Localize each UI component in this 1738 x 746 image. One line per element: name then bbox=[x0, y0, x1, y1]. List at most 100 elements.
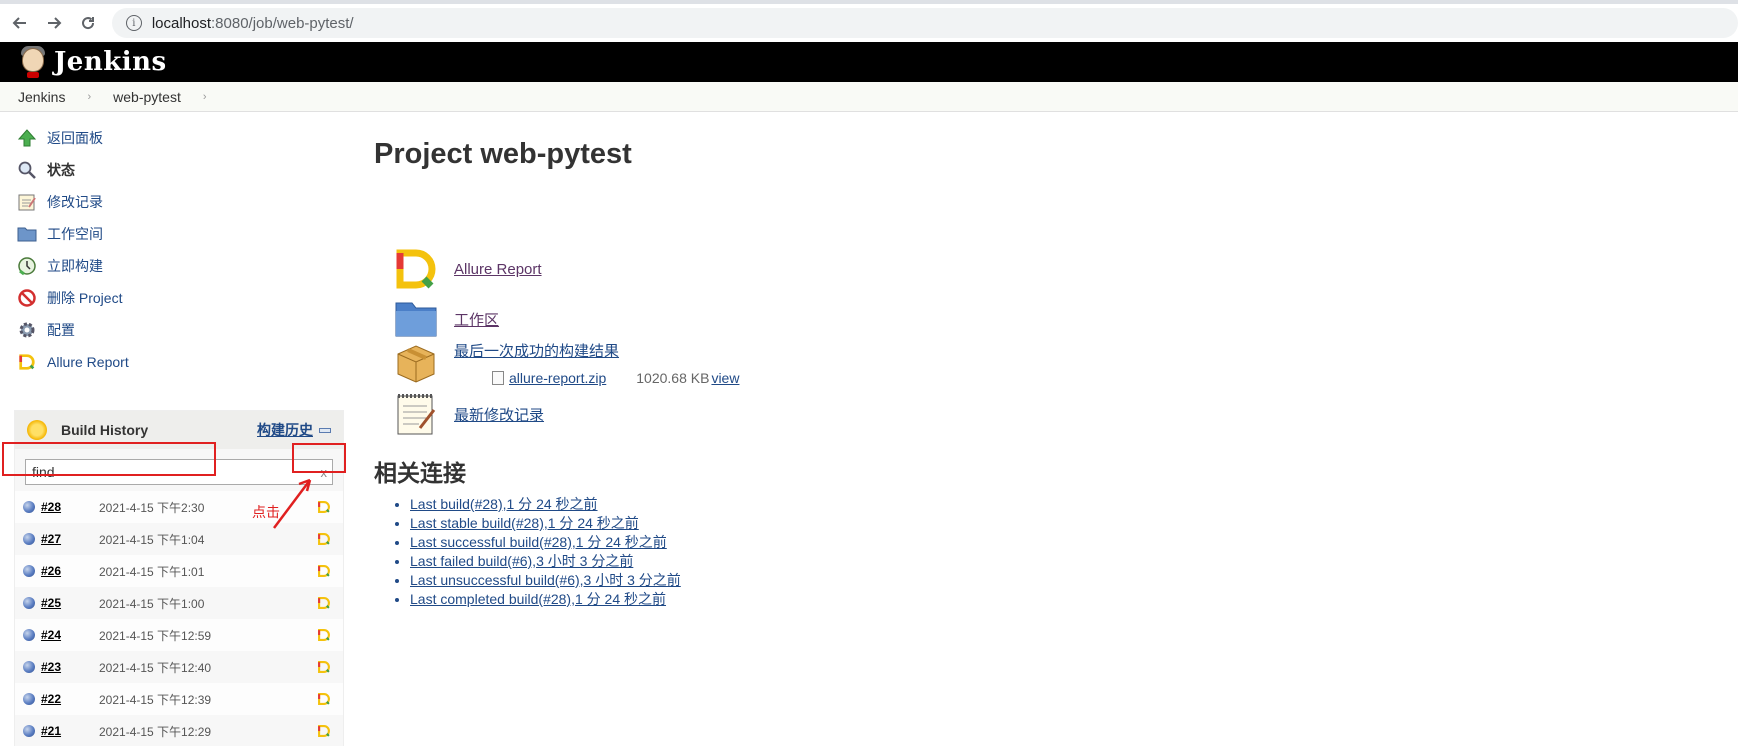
allure-icon[interactable] bbox=[317, 628, 331, 642]
build-row[interactable]: #23 2021-4-15 下午12:40 bbox=[15, 651, 343, 683]
allure-icon bbox=[16, 351, 38, 373]
artifact-file-link[interactable]: allure-report.zip bbox=[509, 370, 606, 386]
build-row[interactable]: #21 2021-4-15 下午12:29 bbox=[15, 715, 343, 746]
blue-ball-status-icon bbox=[23, 693, 35, 705]
sidebar-item-back-dashboard[interactable]: 返回面板 bbox=[14, 122, 344, 154]
sidebar-item-label[interactable]: Allure Report bbox=[47, 354, 129, 370]
build-date: 2021-4-15 下午12:39 bbox=[99, 692, 212, 707]
blue-ball-status-icon bbox=[23, 661, 35, 673]
gear-icon bbox=[16, 319, 38, 341]
info-icon[interactable]: i bbox=[125, 15, 142, 31]
sidebar-item-label[interactable]: 修改记录 bbox=[47, 192, 103, 212]
sidebar-item-workspace[interactable]: 工作空间 bbox=[14, 218, 344, 250]
build-row[interactable]: #26 2021-4-15 下午1:01 bbox=[15, 555, 343, 587]
collapse-icon[interactable] bbox=[319, 427, 331, 433]
last-success-link[interactable]: 最后一次成功的构建结果 bbox=[454, 340, 619, 361]
folder-icon bbox=[16, 223, 38, 245]
list-item: Last failed build(#6),3 小时 3 分之前 bbox=[410, 551, 681, 570]
build-row[interactable]: #24 2021-4-15 下午12:59 bbox=[15, 619, 343, 651]
sidebar-item-label[interactable]: 配置 bbox=[47, 320, 75, 340]
blue-ball-status-icon bbox=[23, 725, 35, 737]
sidebar-item-build-now[interactable]: 立即构建 bbox=[14, 250, 344, 282]
notepad-icon bbox=[16, 191, 38, 213]
workspace-link[interactable]: 工作区 bbox=[454, 309, 499, 330]
no-entry-icon bbox=[16, 287, 38, 309]
sidebar-item-delete-project[interactable]: 删除 Project bbox=[14, 282, 344, 314]
breadcrumb-jenkins[interactable]: Jenkins bbox=[18, 89, 65, 105]
build-number-link[interactable]: #22 bbox=[41, 692, 99, 706]
forward-arrow-icon[interactable] bbox=[40, 9, 68, 37]
side-panel: 返回面板 状态 修改记录 工作空间 立即构建 删除 Project 配置 All… bbox=[14, 122, 344, 746]
allure-icon[interactable] bbox=[317, 596, 331, 610]
sidebar-item-label[interactable]: 立即构建 bbox=[47, 256, 103, 276]
allure-icon bbox=[396, 249, 436, 289]
permalink-last-successful[interactable]: Last successful build(#28),1 分 24 秒之前 bbox=[410, 534, 667, 550]
breadcrumb-web-pytest[interactable]: web-pytest bbox=[113, 89, 181, 105]
build-number-link[interactable]: #28 bbox=[41, 500, 99, 514]
sidebar-item-allure-report[interactable]: Allure Report bbox=[14, 346, 344, 378]
address-bar[interactable]: i localhost:8080/job/web-pytest/ bbox=[111, 8, 1738, 38]
build-number-link[interactable]: #23 bbox=[41, 660, 99, 674]
build-date: 2021-4-15 下午1:04 bbox=[99, 532, 205, 547]
build-number-link[interactable]: #27 bbox=[41, 532, 99, 546]
allure-icon[interactable] bbox=[317, 724, 331, 738]
permalink-last-unsuccessful[interactable]: Last unsuccessful build(#6),3 小时 3 分之前 bbox=[410, 572, 681, 588]
artifact-size: 1020.68 KB bbox=[636, 370, 710, 386]
sun-icon bbox=[27, 420, 47, 440]
build-date: 2021-4-15 下午1:00 bbox=[99, 596, 205, 611]
artifact-view-link[interactable]: view bbox=[711, 370, 739, 386]
permalink-last-stable[interactable]: Last stable build(#28),1 分 24 秒之前 bbox=[410, 515, 639, 531]
chevron-right-icon[interactable]: › bbox=[87, 91, 91, 103]
blue-ball-status-icon bbox=[23, 565, 35, 577]
allure-icon[interactable] bbox=[317, 692, 331, 706]
permalink-last-failed[interactable]: Last failed build(#6),3 小时 3 分之前 bbox=[410, 553, 633, 569]
build-number-link[interactable]: #24 bbox=[41, 628, 99, 642]
blue-ball-status-icon bbox=[23, 597, 35, 609]
chevron-right-icon[interactable]: › bbox=[203, 91, 207, 103]
up-arrow-icon bbox=[16, 127, 38, 149]
clock-icon bbox=[16, 255, 38, 277]
artifact-file: allure-report.zip 1020.68 KB view bbox=[492, 370, 739, 386]
jenkins-title[interactable]: Jenkins bbox=[54, 47, 167, 77]
blue-ball-status-icon bbox=[23, 501, 35, 513]
back-arrow-icon[interactable] bbox=[6, 9, 34, 37]
page-title: Project web-pytest bbox=[374, 138, 632, 170]
build-number-link[interactable]: #21 bbox=[41, 724, 99, 738]
sidebar-item-label[interactable]: 返回面板 bbox=[47, 128, 103, 148]
build-date: 2021-4-15 下午1:01 bbox=[99, 564, 205, 579]
highlight-box-allure-icon bbox=[292, 443, 346, 473]
jenkins-header: Jenkins bbox=[0, 42, 1738, 82]
build-number-link[interactable]: #25 bbox=[41, 596, 99, 610]
allure-icon[interactable] bbox=[317, 660, 331, 674]
document-icon bbox=[492, 371, 504, 385]
latest-changes-entry: 最新修改记录 bbox=[392, 390, 544, 438]
sidebar-item-status[interactable]: 状态 bbox=[14, 154, 344, 186]
build-row[interactable]: #25 2021-4-15 下午1:00 bbox=[15, 587, 343, 619]
build-row[interactable]: #22 2021-4-15 下午12:39 bbox=[15, 683, 343, 715]
sidebar-item-label[interactable]: 删除 Project bbox=[47, 288, 122, 308]
permalink-last-build[interactable]: Last build(#28),1 分 24 秒之前 bbox=[410, 496, 598, 512]
allure-report-link[interactable]: Allure Report bbox=[454, 261, 542, 278]
sidebar-item-label[interactable]: 工作空间 bbox=[47, 224, 103, 244]
sidebar-item-changes[interactable]: 修改记录 bbox=[14, 186, 344, 218]
blue-ball-status-icon bbox=[23, 533, 35, 545]
allure-icon[interactable] bbox=[317, 564, 331, 578]
search-icon bbox=[16, 159, 38, 181]
allure-icon[interactable] bbox=[317, 532, 331, 546]
package-box-icon bbox=[397, 345, 435, 383]
annotation-click-label: 点击 bbox=[252, 504, 280, 520]
reload-icon[interactable] bbox=[74, 9, 102, 37]
build-history-title: Build History bbox=[61, 422, 149, 438]
build-date: 2021-4-15 下午12:59 bbox=[99, 628, 212, 643]
browser-toolbar: i localhost:8080/job/web-pytest/ bbox=[0, 0, 1738, 42]
related-links-title: 相关连接 bbox=[374, 460, 466, 486]
sidebar-item-configure[interactable]: 配置 bbox=[14, 314, 344, 346]
notepad-icon bbox=[397, 394, 436, 435]
build-number-link[interactable]: #26 bbox=[41, 564, 99, 578]
permalink-last-completed[interactable]: Last completed build(#28),1 分 24 秒之前 bbox=[410, 591, 666, 607]
sidebar-item-label[interactable]: 状态 bbox=[47, 160, 75, 180]
latest-changes-link[interactable]: 最新修改记录 bbox=[454, 404, 544, 425]
url-host: localhost bbox=[151, 14, 212, 32]
jenkins-logo-icon[interactable] bbox=[16, 44, 50, 80]
build-trend-link[interactable]: 构建历史 bbox=[257, 420, 313, 440]
